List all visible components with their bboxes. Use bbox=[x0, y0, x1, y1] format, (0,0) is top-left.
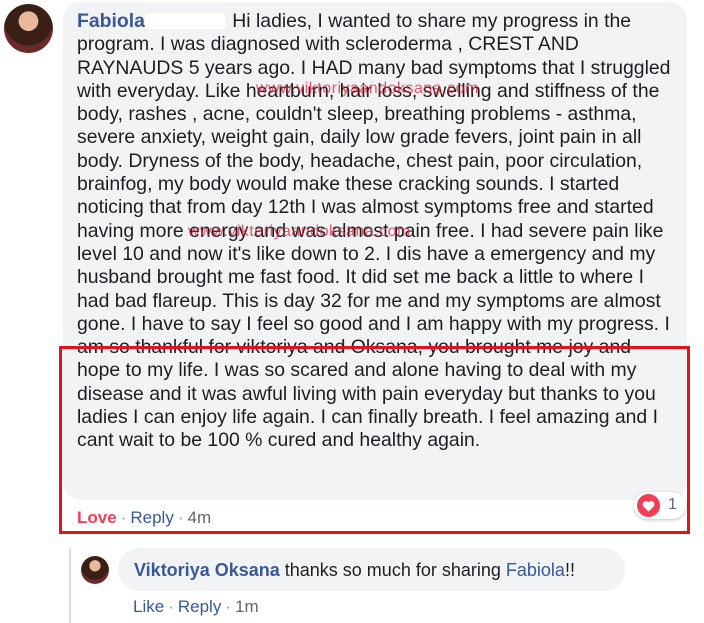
highlight-box bbox=[59, 346, 690, 534]
comment-actions: Love · Reply · 4m bbox=[77, 508, 211, 528]
comment-timestamp[interactable]: 4m bbox=[188, 508, 212, 527]
reply-actions: Like · Reply · 1m bbox=[133, 597, 259, 617]
reaction-badge[interactable]: 1 bbox=[634, 492, 686, 519]
redaction-mask bbox=[144, 13, 225, 29]
reply-timestamp[interactable]: 1m bbox=[235, 597, 259, 616]
reply-text: thanks so much for sharing bbox=[284, 560, 501, 580]
reply-thread-line bbox=[69, 548, 71, 623]
watermark-text: www.viktoriyaandoksana.com bbox=[256, 80, 479, 97]
separator-dot: · bbox=[177, 508, 184, 527]
love-reaction-link[interactable]: Love bbox=[77, 508, 117, 527]
mention-link[interactable]: Fabiola bbox=[506, 560, 565, 580]
reply-avatar[interactable] bbox=[81, 556, 109, 584]
reply-link[interactable]: Reply bbox=[130, 508, 173, 527]
heart-icon bbox=[637, 494, 660, 517]
comment-author-name[interactable]: Fabiola bbox=[77, 10, 145, 32]
separator-dot: · bbox=[120, 508, 127, 527]
watermark-text: www.viktoriyaandoksana.com bbox=[188, 223, 411, 240]
reply-author-name[interactable]: Viktoriya Oksana bbox=[134, 560, 280, 580]
like-link[interactable]: Like bbox=[133, 597, 164, 616]
separator-dot: · bbox=[168, 597, 174, 616]
reply-suffix: !! bbox=[564, 560, 575, 580]
commenter-avatar[interactable] bbox=[4, 4, 53, 53]
separator-dot: · bbox=[225, 597, 231, 616]
reaction-count: 1 bbox=[668, 496, 677, 513]
reply-link[interactable]: Reply bbox=[178, 597, 221, 616]
reply-body: Viktoriya Oksana thanks so much for shar… bbox=[134, 560, 575, 581]
